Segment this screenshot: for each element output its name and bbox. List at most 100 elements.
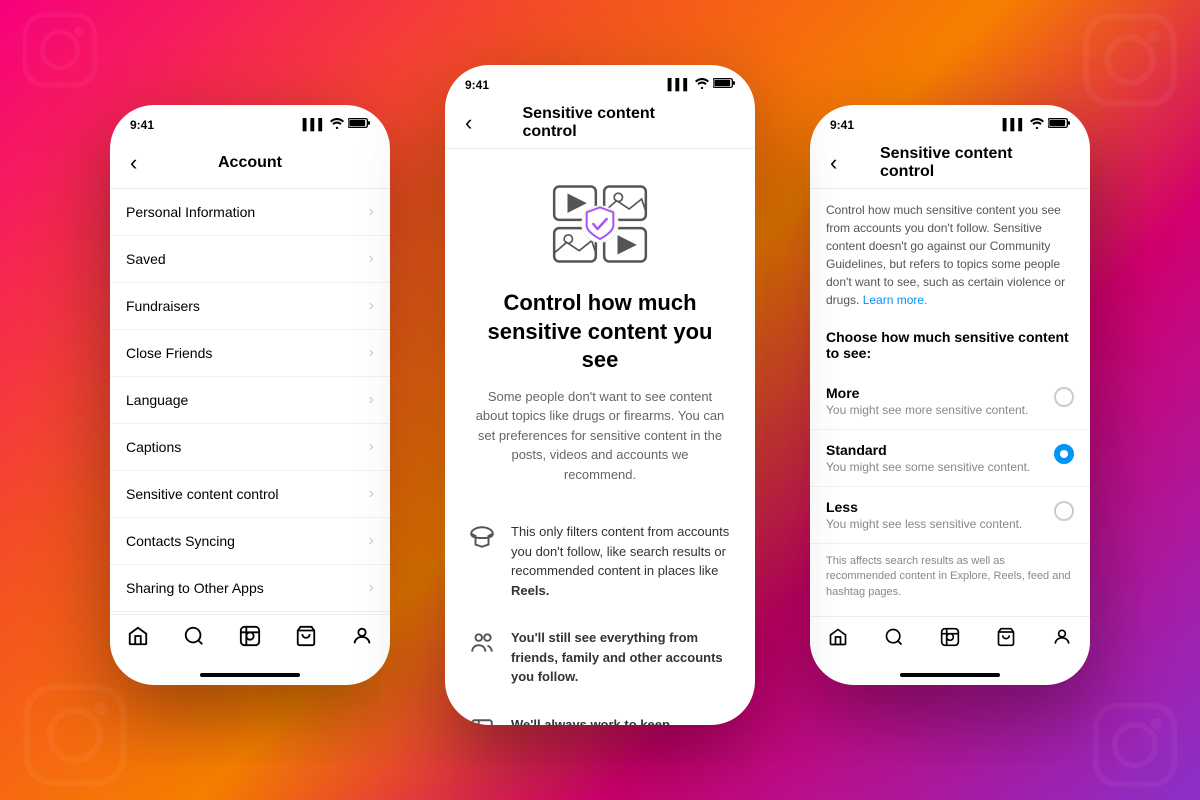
menu-item-close-friends-label: Close Friends xyxy=(126,345,212,361)
option-standard-sublabel: You might see some sensitive content. xyxy=(826,460,1030,474)
chevron-icon: › xyxy=(369,485,374,503)
option-less-sublabel: You might see less sensitive content. xyxy=(826,517,1022,531)
signal-icon: ▌▌▌ xyxy=(668,79,691,91)
tab-search-icon[interactable] xyxy=(183,625,205,653)
center-time: 9:41 xyxy=(465,78,489,92)
left-nav-title: Account xyxy=(218,154,282,172)
option-more-sublabel: You might see more sensitive content. xyxy=(826,403,1028,417)
tab-shop-icon[interactable] xyxy=(295,625,317,653)
menu-item-sensitive[interactable]: Sensitive content control › xyxy=(110,471,390,518)
tab-profile-icon[interactable] xyxy=(351,625,373,653)
menu-item-contacts[interactable]: Contacts Syncing › xyxy=(110,518,390,565)
feature-text-1: This only filters content from accounts … xyxy=(511,522,731,600)
chevron-icon: › xyxy=(369,344,374,362)
option-standard[interactable]: Standard You might see some sensitive co… xyxy=(810,430,1090,487)
center-nav-title: Sensitive content control xyxy=(523,105,678,141)
right-time: 9:41 xyxy=(830,118,854,132)
signal-icon: ▌▌▌ xyxy=(1003,119,1026,131)
chevron-icon: › xyxy=(369,438,374,456)
right-status-icons: ▌▌▌ xyxy=(1003,117,1070,132)
chevron-icon: › xyxy=(369,250,374,268)
option-standard-label: Standard xyxy=(826,442,1030,458)
filter-icon xyxy=(469,524,495,556)
sensitive-content-icon xyxy=(445,149,755,289)
left-menu-list: Personal Information › Saved › Fundraise… xyxy=(110,189,390,614)
tab-profile-icon[interactable] xyxy=(1052,627,1072,653)
chevron-icon: › xyxy=(369,532,374,550)
feature-text-3: We'll always work to keep Instagram safe… xyxy=(511,715,731,725)
right-learn-more-link[interactable]: Learn more. xyxy=(863,293,928,307)
menu-item-language[interactable]: Language › xyxy=(110,377,390,424)
center-main-title: Control how much sensitive content you s… xyxy=(445,289,755,387)
center-phone: 9:41 ▌▌▌ ‹ Sensitive content control xyxy=(445,65,755,725)
feature-item-2: You'll still see everything from friends… xyxy=(445,614,755,701)
tab-home-icon[interactable] xyxy=(127,625,149,653)
option-less-radio[interactable] xyxy=(1054,501,1074,521)
menu-item-sensitive-label: Sensitive content control xyxy=(126,486,279,502)
right-status-bar: 9:41 ▌▌▌ xyxy=(810,105,1090,138)
shield-icon xyxy=(469,717,495,725)
battery-icon xyxy=(1048,117,1070,132)
left-nav: ‹ Account xyxy=(110,138,390,189)
wifi-icon xyxy=(1030,117,1044,132)
option-more-label: More xyxy=(826,385,1028,401)
wifi-icon xyxy=(330,117,344,132)
left-tab-bar xyxy=(110,614,390,669)
right-tab-bar xyxy=(810,616,1090,669)
menu-item-sharing[interactable]: Sharing to Other Apps › xyxy=(110,565,390,612)
choose-label: Choose how much sensitive content to see… xyxy=(810,321,1090,373)
chevron-icon: › xyxy=(369,391,374,409)
menu-item-close-friends[interactable]: Close Friends › xyxy=(110,330,390,377)
left-phone: 9:41 ▌▌▌ ‹ Account Person xyxy=(110,105,390,685)
tab-reels-icon[interactable] xyxy=(239,625,261,653)
menu-item-saved[interactable]: Saved › xyxy=(110,236,390,283)
battery-icon xyxy=(348,117,370,132)
right-desc-text: Control how much sensitive content you s… xyxy=(826,203,1065,307)
menu-item-personal[interactable]: Personal Information › xyxy=(110,189,390,236)
signal-icon: ▌▌▌ xyxy=(303,119,326,131)
tab-reels-icon[interactable] xyxy=(940,627,960,653)
menu-item-captions[interactable]: Captions › xyxy=(110,424,390,471)
right-description: Control how much sensitive content you s… xyxy=(810,189,1090,321)
right-back-button[interactable]: ‹ xyxy=(826,146,841,180)
right-nav-title: Sensitive content control xyxy=(880,145,1020,181)
chevron-icon: › xyxy=(369,203,374,221)
option-less-label: Less xyxy=(826,499,1022,515)
menu-item-personal-label: Personal Information xyxy=(126,204,255,220)
option-more[interactable]: More You might see more sensitive conten… xyxy=(810,373,1090,430)
option-less[interactable]: Less You might see less sensitive conten… xyxy=(810,487,1090,544)
feature-text-2: You'll still see everything from friends… xyxy=(511,628,731,687)
right-home-indicator xyxy=(900,673,1000,677)
center-description: Some people don't want to see content ab… xyxy=(445,387,755,509)
left-time: 9:41 xyxy=(130,118,154,132)
menu-item-language-label: Language xyxy=(126,392,188,408)
option-more-radio[interactable] xyxy=(1054,387,1074,407)
tab-home-icon[interactable] xyxy=(828,627,848,653)
left-home-indicator xyxy=(200,673,300,677)
feature-item-3: We'll always work to keep Instagram safe… xyxy=(445,701,755,725)
right-nav: ‹ Sensitive content control xyxy=(810,138,1090,189)
menu-item-sharing-label: Sharing to Other Apps xyxy=(126,580,264,596)
feature-item-1: This only filters content from accounts … xyxy=(445,508,755,614)
affects-text: This affects search results as well as r… xyxy=(810,544,1090,610)
chevron-icon: › xyxy=(369,297,374,315)
phones-wrapper: 9:41 ▌▌▌ ‹ Account Person xyxy=(0,0,1200,800)
people-icon xyxy=(469,630,495,662)
tab-shop-icon[interactable] xyxy=(996,627,1016,653)
left-status-bar: 9:41 ▌▌▌ xyxy=(110,105,390,138)
center-status-bar: 9:41 ▌▌▌ xyxy=(445,65,755,98)
center-back-button[interactable]: ‹ xyxy=(461,106,476,140)
menu-item-saved-label: Saved xyxy=(126,251,166,267)
menu-item-fundraisers-label: Fundraisers xyxy=(126,298,200,314)
menu-item-captions-label: Captions xyxy=(126,439,181,455)
menu-item-fundraisers[interactable]: Fundraisers › xyxy=(110,283,390,330)
center-status-icons: ▌▌▌ xyxy=(668,77,735,92)
right-phone: 9:41 ▌▌▌ ‹ Sensitive content control xyxy=(810,105,1090,685)
menu-item-contacts-label: Contacts Syncing xyxy=(126,533,235,549)
wifi-icon xyxy=(695,77,709,92)
tab-search-icon[interactable] xyxy=(884,627,904,653)
chevron-icon: › xyxy=(369,579,374,597)
option-standard-radio[interactable] xyxy=(1054,444,1074,464)
left-back-button[interactable]: ‹ xyxy=(126,146,141,180)
battery-icon xyxy=(713,77,735,92)
